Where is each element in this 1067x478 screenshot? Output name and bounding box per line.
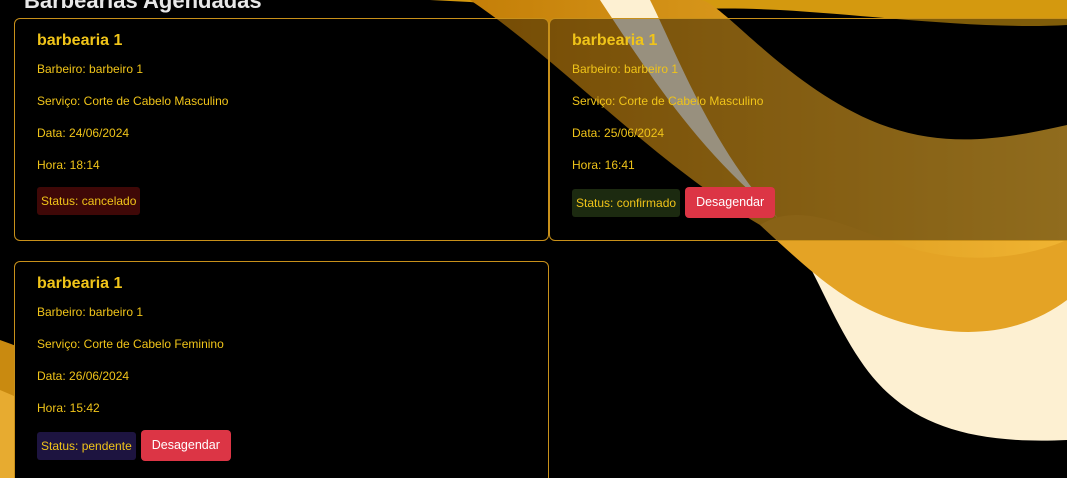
unschedule-button[interactable]: Desagendar: [685, 187, 776, 218]
service-field: Serviço: Corte de Cabelo Masculino: [572, 94, 764, 108]
appointment-card: barbearia 1 Barbeiro: barbeiro 1 Serviço…: [14, 261, 549, 478]
service-field: Serviço: Corte de Cabelo Masculino: [37, 94, 229, 108]
date-field: Data: 24/06/2024: [37, 126, 130, 140]
unschedule-button[interactable]: Desagendar: [140, 430, 231, 461]
status-badge: Status: confirmado: [572, 188, 681, 217]
barbershop-name: barbearia 1: [572, 32, 658, 49]
date-field: Data: 26/06/2024: [37, 369, 130, 383]
status-row: Status: cancelado: [37, 187, 526, 215]
status-row: Status: pendente Desagendar: [37, 430, 526, 461]
app-window: Barbearias Agendadas barbearia 1 Barbeir…: [0, 0, 1067, 478]
time-field: Hora: 18:14: [37, 158, 100, 172]
status-badge: Status: cancelado: [37, 187, 141, 215]
service-field: Serviço: Corte de Cabelo Feminino: [37, 337, 224, 351]
status-row: Status: confirmado Desagendar: [572, 187, 1056, 218]
status-badge: Status: pendente: [37, 431, 136, 460]
barber-field: Barbeiro: barbeiro 1: [572, 62, 679, 76]
time-field: Hora: 15:42: [37, 401, 100, 415]
appointment-card: barbearia 1 Barbeiro: barbeiro 1 Serviço…: [14, 18, 549, 241]
date-field: Data: 25/06/2024: [572, 126, 665, 140]
page-title: Barbearias Agendadas: [24, 0, 262, 13]
barbershop-name: barbearia 1: [37, 32, 123, 49]
appointment-card: barbearia 1 Barbeiro: barbeiro 1 Serviço…: [549, 18, 1067, 241]
barber-field: Barbeiro: barbeiro 1: [37, 305, 144, 319]
barbershop-name: barbearia 1: [37, 275, 123, 292]
time-field: Hora: 16:41: [572, 158, 635, 172]
barber-field: Barbeiro: barbeiro 1: [37, 62, 144, 76]
